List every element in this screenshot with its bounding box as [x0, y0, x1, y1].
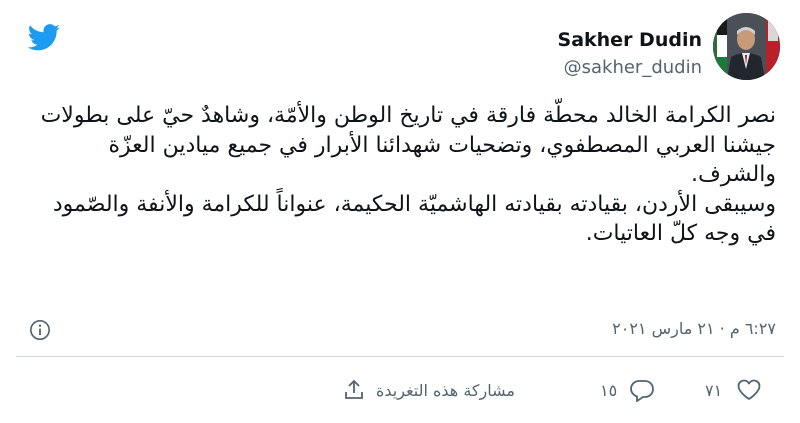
- tweet-header: Sakher Dudin @sakher_dudin: [0, 0, 800, 92]
- tweet-body: نصر الكرامة الخالد محطّة فارقة في تاريخ …: [20, 101, 776, 249]
- share-button[interactable]: مشاركة هذه التغريدة: [342, 378, 515, 402]
- avatar[interactable]: [713, 13, 780, 80]
- share-label: مشاركة هذه التغريدة: [376, 380, 515, 400]
- twitter-bird-icon[interactable]: [24, 21, 64, 54]
- reply-button[interactable]: ١٥: [600, 378, 655, 402]
- user-name[interactable]: Sakher Dudin: [558, 29, 702, 51]
- divider: [16, 356, 784, 357]
- reply-count: ١٥: [600, 380, 618, 400]
- avatar-image: [713, 13, 780, 80]
- share-icon: [345, 379, 363, 399]
- reply-icon: [630, 380, 655, 402]
- info-icon[interactable]: [29, 319, 51, 341]
- tweet-timestamp[interactable]: ٦:٢٧ م · ٢١ مارس ٢٠٢١: [612, 319, 776, 338]
- action-bar: مشاركة هذه التغريدة ١٥ ٧١: [0, 370, 800, 414]
- user-handle[interactable]: @sakher_dudin: [564, 57, 702, 78]
- heart-icon: [737, 379, 761, 400]
- tweet-paragraph-1: نصر الكرامة الخالد محطّة فارقة في تاريخ …: [40, 103, 776, 187]
- like-button[interactable]: ٧١: [705, 378, 762, 402]
- like-count: ٧١: [705, 380, 723, 400]
- tweet-paragraph-2: وسيبقى الأردن، بقيادته بقيادته الهاشميّة…: [52, 191, 776, 247]
